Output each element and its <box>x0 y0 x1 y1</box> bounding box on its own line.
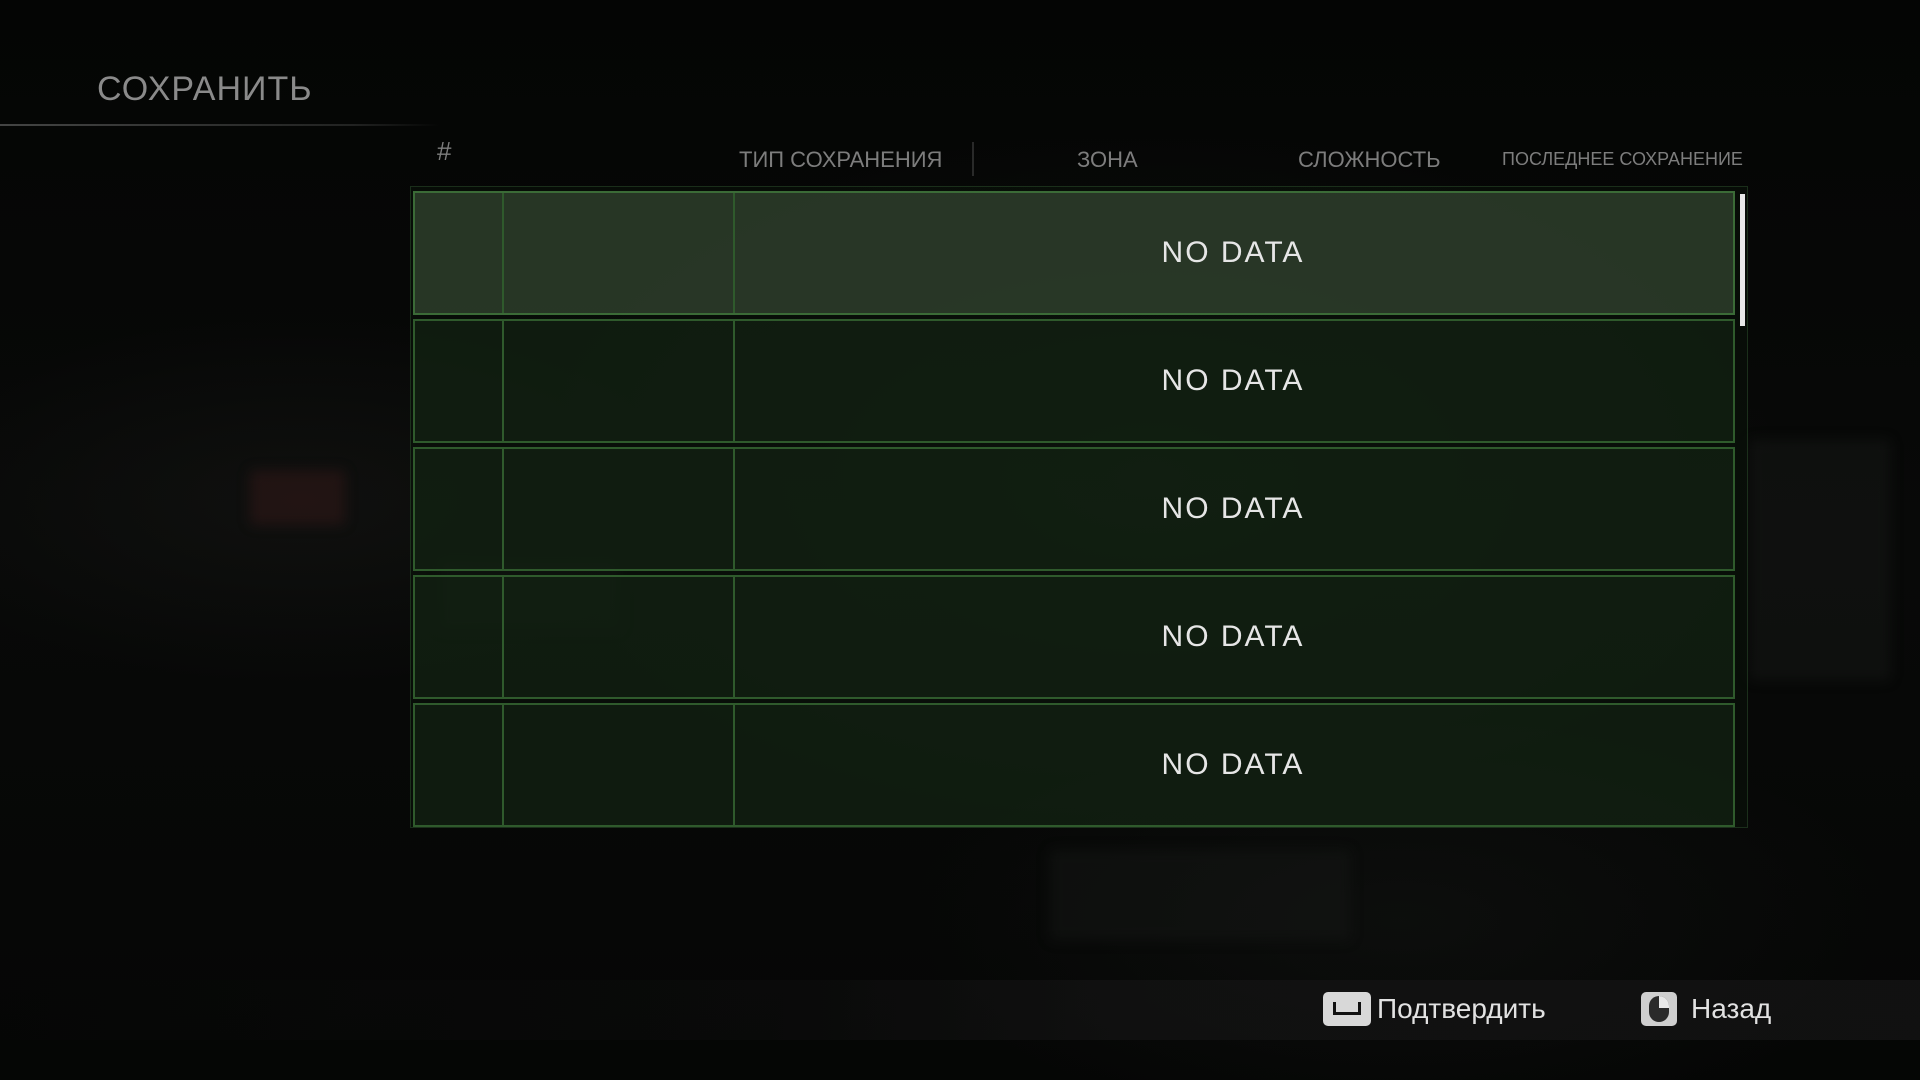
confirm-button[interactable]: Подтвердить <box>1323 992 1546 1026</box>
save-slot[interactable]: NO DATA <box>413 191 1735 315</box>
column-header-number: # <box>437 136 452 166</box>
save-slot[interactable]: NO DATA <box>413 575 1735 699</box>
column-header-last-save: ПОСЛЕДНЕЕ СОХРАНЕНИЕ <box>1502 149 1743 169</box>
save-slot-list: NO DATA NO DATA NO DATA NO DATA NO DATA <box>410 186 1748 828</box>
page-title: СОХРАНИТЬ <box>97 70 313 108</box>
scrollbar-thumb[interactable] <box>1740 194 1745 326</box>
background-decoration <box>250 470 345 525</box>
save-slot[interactable]: NO DATA <box>413 447 1735 571</box>
column-divider <box>972 142 974 176</box>
column-header-difficulty: СЛОЖНОСТЬ <box>1298 147 1441 172</box>
cell-divider <box>502 193 504 313</box>
back-button[interactable]: Назад <box>1641 992 1771 1026</box>
cell-divider <box>502 321 504 441</box>
save-slot[interactable]: NO DATA <box>413 319 1735 443</box>
background-decoration <box>1750 440 1890 680</box>
confirm-label: Подтвердить <box>1377 993 1546 1024</box>
cell-divider <box>502 705 504 825</box>
slot-status-text: NO DATA <box>1161 620 1305 653</box>
column-header-save-type: ТИП СОХРАНЕНИЯ <box>739 147 943 172</box>
save-slot[interactable]: NO DATA <box>413 703 1735 827</box>
slot-status-text: NO DATA <box>1161 492 1305 525</box>
slot-status-text: NO DATA <box>1161 748 1305 781</box>
spacebar-key-icon <box>1323 992 1371 1026</box>
back-label: Назад <box>1691 993 1772 1024</box>
title-underline <box>0 124 440 126</box>
slot-status-text: NO DATA <box>1161 236 1305 269</box>
right-mouse-button-icon <box>1641 992 1677 1026</box>
footer-bar <box>0 980 1920 1040</box>
cell-divider <box>502 449 504 569</box>
background-decoration <box>1050 850 1350 940</box>
cell-divider <box>502 577 504 697</box>
slot-status-text: NO DATA <box>1161 364 1305 397</box>
column-header-zone: ЗОНА <box>1077 147 1138 172</box>
save-menu-screen: СОХРАНИТЬ # ТИП СОХРАНЕНИЯ ЗОНА СЛОЖНОСТ… <box>0 0 1920 1080</box>
